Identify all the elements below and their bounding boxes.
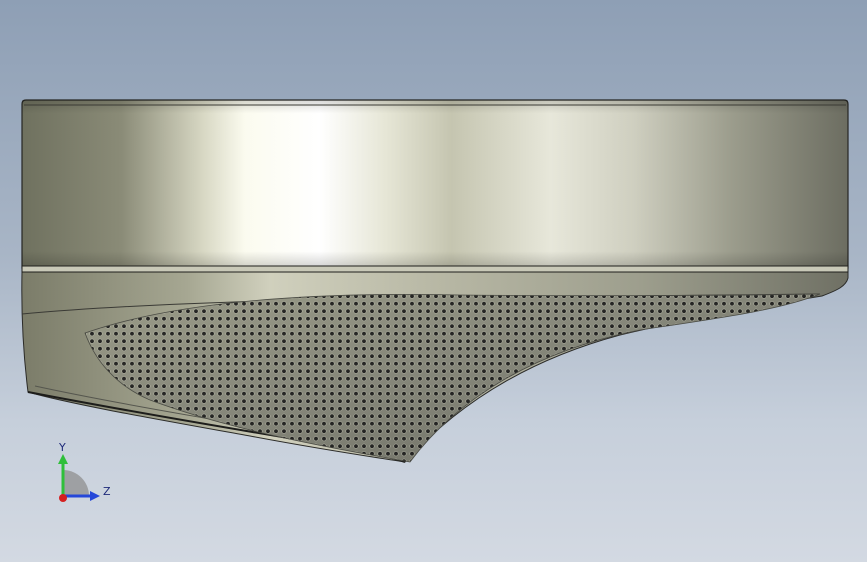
graphics-viewport[interactable]: Y Z: [0, 0, 867, 562]
coordinate-triad[interactable]: Y Z: [48, 440, 118, 510]
perforated-mesh[interactable]: [60, 285, 840, 475]
model-view[interactable]: [0, 0, 867, 562]
seam-ring: [21, 265, 849, 273]
band-shading: [22, 100, 848, 268]
z-axis-label: Z: [103, 485, 111, 498]
x-axis-marker: [59, 494, 67, 502]
y-axis-label: Y: [59, 441, 66, 454]
